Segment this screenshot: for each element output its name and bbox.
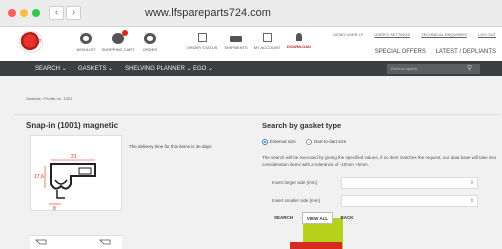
profile-thumbnails[interactable]: [30, 235, 122, 249]
nav-ego[interactable]: EGO ⌄: [193, 65, 213, 72]
logo-text: LF: [34, 40, 42, 46]
nav-gaskets[interactable]: GASKETS ⌄: [78, 65, 113, 72]
page-content: Gaskets › Profile no. 1001 Snap-in (1001…: [0, 76, 502, 249]
user-settings-link[interactable]: USER'S SETTINGS: [374, 32, 410, 37]
thumbnail-svg: [35, 239, 111, 245]
external-size-radio[interactable]: [262, 139, 268, 145]
secondary-links: SPECIAL OFFERS LATEST / DEPLIANTS: [367, 49, 496, 55]
dim-top-label: 21: [71, 154, 77, 160]
main-nav: SEARCH ⌄ GASKETS ⌄ SHELVING PLANNER ⌄ EG…: [0, 61, 502, 76]
order-status-icon: [197, 33, 207, 42]
delivery-time-text: The delivery time for this items is 3e d…: [129, 144, 212, 149]
browser-chrome: ‹ › www.lfspareparts724.com: [0, 0, 502, 27]
technical-enquiries-link[interactable]: TECHNICAL ENQUIRIES: [421, 32, 467, 37]
download-nav[interactable]: DOWNLOAD: [281, 33, 317, 49]
wishlist-icon: [80, 33, 92, 44]
nav-shelving-planner[interactable]: SHELVING PLANNER ⌄: [125, 65, 192, 72]
divider: [14, 114, 500, 115]
forward-button[interactable]: ›: [66, 6, 81, 20]
close-window-button[interactable]: [8, 9, 16, 17]
dim-bottom-label: 8: [53, 206, 56, 212]
order-icon: [144, 33, 156, 44]
smaller-side-input[interactable]: ⇕: [341, 195, 478, 207]
cart-icon: [112, 30, 128, 44]
order-nav[interactable]: ORDER: [132, 33, 168, 52]
cart-badge: [122, 30, 128, 36]
larger-side-label: Insert larger side [mm]: [272, 180, 317, 185]
gasket-search-title: Search by gasket type: [262, 121, 342, 130]
product-title: Snap-in (1001) magnetic: [26, 121, 119, 130]
smaller-side-label: Insert smaller side [mm]: [272, 198, 320, 203]
account-nav[interactable]: MY ACCOUNT: [249, 33, 285, 50]
download-label: DOWNLOAD: [287, 44, 311, 49]
stepper-icon[interactable]: ⇕: [470, 198, 474, 204]
demo-user-link[interactable]: DEMO USER LF: [333, 32, 363, 37]
address-bar[interactable]: www.lfspareparts724.com: [115, 5, 495, 21]
truck-icon: [230, 36, 242, 42]
breadcrumb[interactable]: Gaskets › Profile no. 1001: [26, 96, 72, 101]
dart-to-dart-label: Dart-to-dart size: [314, 139, 347, 144]
search-button[interactable]: SEARCH: [270, 212, 297, 224]
view-all-button[interactable]: VIEW ALL: [302, 212, 333, 224]
special-offers-link[interactable]: SPECIAL OFFERS: [375, 49, 426, 55]
maximize-window-button[interactable]: [32, 9, 40, 17]
account-icon: [262, 33, 272, 42]
download-icon: [296, 33, 302, 41]
chevron-left-icon: ‹: [54, 7, 59, 18]
profile-drawing-svg: 21 17,6 8: [34, 154, 96, 212]
logout-link[interactable]: LOG OUT: [478, 32, 496, 37]
site-header: LF WISHLIST SHOPPING CART ORDER ORDER ST…: [0, 27, 502, 61]
cart-nav[interactable]: SHOPPING CART: [100, 30, 136, 52]
gasket-profile-drawing: 21 17,6 8: [30, 135, 122, 212]
dart-to-dart-radio[interactable]: [306, 139, 312, 145]
back-button[interactable]: ‹: [49, 6, 64, 20]
dim-left-label: 17,6: [34, 174, 44, 180]
wishlist-nav[interactable]: WISHLIST: [68, 33, 104, 52]
back-link-button[interactable]: BACK: [337, 212, 357, 224]
search-description: The search will be executed by giving th…: [262, 155, 497, 167]
external-size-label: External size: [270, 139, 296, 144]
top-links: DEMO USER LF USER'S SETTINGS TECHNICAL E…: [323, 32, 496, 37]
action-button[interactable]: [290, 242, 342, 249]
order-status-label: ORDER STATUS: [186, 45, 218, 50]
larger-side-input[interactable]: ⇕: [341, 177, 478, 189]
account-label: MY ACCOUNT: [253, 45, 281, 50]
chevron-right-icon: ›: [71, 7, 76, 18]
order-label: ORDER: [142, 47, 158, 52]
wishlist-label: WISHLIST: [76, 47, 96, 52]
cart-label: SHOPPING CART: [101, 47, 135, 52]
latest-depliants-link[interactable]: LATEST / DEPLIANTS: [436, 49, 496, 55]
stepper-icon[interactable]: ⇕: [470, 180, 474, 186]
order-status-nav[interactable]: ORDER STATUS: [184, 33, 220, 50]
search-icon[interactable]: ⚲: [467, 64, 472, 72]
minimize-window-button[interactable]: [20, 9, 28, 17]
nav-search[interactable]: SEARCH ⌄: [35, 65, 67, 72]
